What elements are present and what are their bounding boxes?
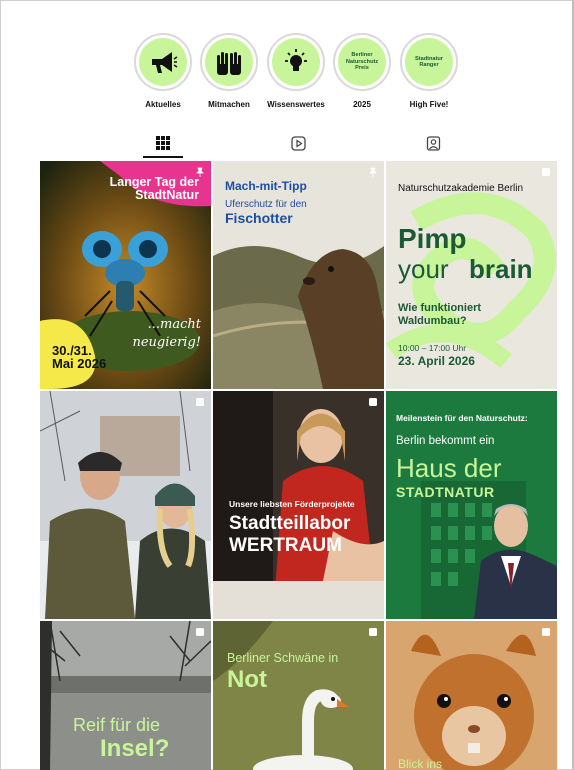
post-line1: Blick ins — [398, 757, 443, 770]
post-script: ...macht neugierig! — [132, 317, 201, 350]
stadtnatur-ranger-badge: Stadtnatur Ranger — [415, 55, 443, 69]
post-kicker: Mach-mit-Tipp — [225, 179, 307, 193]
pin-icon — [196, 167, 204, 177]
post-line2: Not — [227, 666, 267, 693]
naturschutzpreis-badge: Berliner Naturschutz Preis — [345, 52, 379, 72]
post-question: Wie funktioniert Waldumbau? — [398, 302, 482, 327]
profile-tabs — [40, 136, 557, 158]
carousel-icon — [542, 168, 550, 176]
highlight-label: Mitmachen — [208, 100, 250, 109]
post-title: Langer Tag der StadtNatur — [109, 175, 199, 202]
tab-posts[interactable] — [143, 136, 183, 158]
post-caption: Unsere liebsten Förderprojekte — [229, 499, 355, 509]
highlight-label: 2025 — [353, 100, 371, 109]
post-line1: Uferschutz für den — [225, 199, 307, 210]
highlight-2025[interactable]: Berliner Naturschutz Preis 2025 — [330, 33, 394, 109]
post-reif-fuer-die-insel[interactable]: Reif für die Insel? — [40, 621, 211, 770]
post-eichhoernchen[interactable]: Blick ins — [386, 621, 557, 770]
post-two-people[interactable] — [40, 391, 211, 619]
carousel-icon — [196, 628, 204, 636]
carousel-icon — [196, 398, 204, 406]
post-time: 10:00 – 17:00 Uhr — [398, 343, 467, 353]
grid-icon — [156, 136, 170, 150]
swan-photo — [213, 621, 384, 770]
post-schwaene[interactable]: Berliner Schwäne in Not — [213, 621, 384, 770]
lightbulb-icon — [285, 49, 307, 71]
highlight-aktuelles[interactable]: Aktuelles — [131, 33, 195, 109]
tab-tagged[interactable] — [413, 136, 453, 158]
post-sub-text: STADTNATUR — [396, 484, 495, 500]
carousel-icon — [542, 628, 550, 636]
post-line2: Fischotter — [225, 210, 293, 226]
story-highlights: Aktuelles Mitmachen Wissenswertes Berlin… — [131, 33, 471, 113]
carousel-icon — [369, 628, 377, 636]
post-intro: Berlin bekommt ein — [396, 435, 495, 447]
post-line1: Reif für die — [73, 715, 161, 735]
post-langer-tag[interactable]: Langer Tag der StadtNatur 30./31. Mai 20… — [40, 161, 211, 389]
post-stadtteillabor[interactable]: Unsere liebsten Förderprojekte Stadtteil… — [213, 391, 384, 619]
highlight-high-five[interactable]: Stadtnatur Ranger High Five! — [397, 33, 461, 109]
tagged-icon — [426, 136, 440, 151]
otter-image — [213, 246, 384, 389]
highlight-mitmachen[interactable]: Mitmachen — [197, 33, 261, 109]
highlight-label: Aktuelles — [145, 100, 181, 109]
post-org: Naturschutzakademie Berlin — [398, 183, 524, 194]
post-pimp-your-brain[interactable]: Naturschutzakademie Berlin Pimp your bra… — [386, 161, 557, 389]
post-title-line2: WERTRAUM — [229, 535, 342, 556]
highlight-label: High Five! — [409, 100, 449, 109]
post-word-pimp: Pimp — [398, 223, 467, 254]
people-photo — [40, 391, 211, 619]
post-big-text: Haus der — [396, 453, 502, 483]
post-word-your: your — [398, 254, 449, 284]
post-haus-der-stadtnatur[interactable]: Meilenstein für den Naturschutz: Berlin … — [386, 391, 557, 619]
highlight-wissenswertes[interactable]: Wissenswertes — [264, 33, 328, 109]
post-line2: Insel? — [100, 735, 170, 762]
megaphone-icon — [152, 52, 178, 73]
highlight-label: Wissenswertes — [267, 100, 325, 109]
post-word-brain: brain — [469, 254, 533, 284]
carousel-icon — [369, 398, 377, 406]
post-date: 30./31. Mai 2026 — [52, 343, 107, 371]
tab-reels[interactable] — [278, 136, 318, 158]
raised-hands-icon — [217, 52, 241, 75]
squirrel-photo — [386, 621, 557, 770]
post-fischotter[interactable]: Mach-mit-Tipp Uferschutz für den Fischot… — [213, 161, 384, 389]
post-date: 23. April 2026 — [398, 354, 475, 368]
pin-icon — [369, 167, 377, 177]
building-graphic — [386, 391, 557, 619]
post-title-line1: Stadtteillabor — [229, 513, 351, 534]
post-kicker: Meilenstein für den Naturschutz: — [396, 413, 528, 423]
post-line1: Berliner Schwäne in — [227, 651, 339, 665]
reels-icon — [290, 136, 306, 151]
